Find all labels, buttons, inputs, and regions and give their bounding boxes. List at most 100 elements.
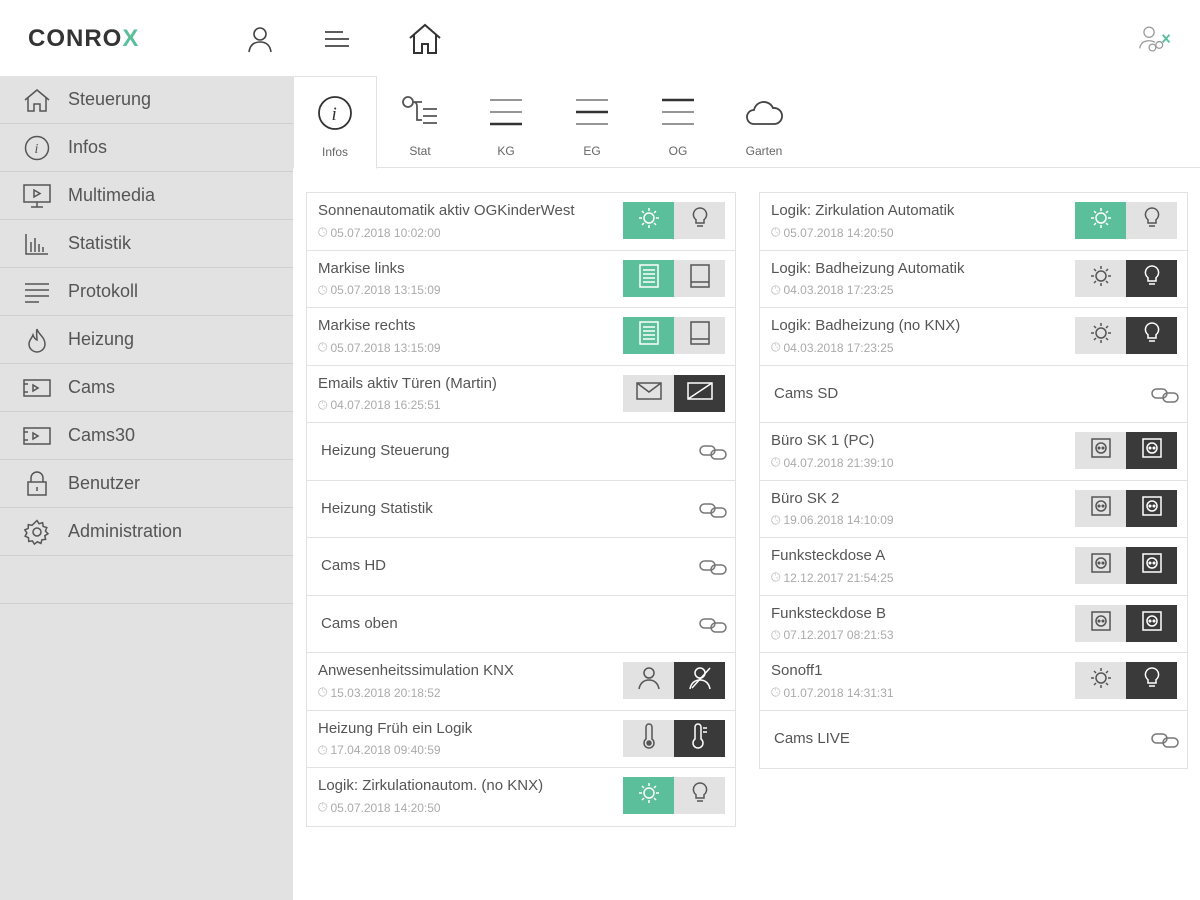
- sidebar-item-infos[interactable]: i Infos: [0, 124, 293, 172]
- tab-og[interactable]: OG: [635, 76, 721, 168]
- sun-icon: [1090, 667, 1112, 694]
- list-item: Logik: Badheizung (no KNX) 🕓︎ 04.03.2018 …: [760, 308, 1187, 366]
- list-item[interactable]: Cams HD: [307, 538, 735, 596]
- list-item: Funksteckdose B 🕓︎ 07.12.2017 08:21:53: [760, 596, 1187, 653]
- awning-open-button[interactable]: [623, 259, 674, 297]
- sidebar-item-protokoll[interactable]: Protokoll: [0, 268, 293, 316]
- awning-closed-button[interactable]: [674, 317, 725, 354]
- sidebar-item-label: Benutzer: [68, 473, 141, 493]
- tab-garten[interactable]: Garten: [721, 76, 807, 168]
- bulb-off-button[interactable]: [1126, 662, 1177, 699]
- sidebar-item-benutzer[interactable]: Benutzer: [0, 460, 293, 508]
- thermometer-icon: [691, 722, 709, 754]
- sidebar-item-cams[interactable]: Cams: [0, 364, 293, 412]
- sidebar-item-label: Heizung: [68, 329, 135, 349]
- item-name: Sonnenautomatik aktiv OGKinderWest: [318, 202, 575, 219]
- item-name: Cams SD: [774, 384, 839, 402]
- socket-on-button[interactable]: [1075, 489, 1126, 527]
- conrox-logo[interactable]: CONROX: [28, 25, 139, 53]
- clock-icon: 🕓︎: [771, 627, 781, 642]
- heating-off-button[interactable]: [674, 719, 725, 757]
- sun-on-button[interactable]: [623, 777, 674, 814]
- sun-on-button[interactable]: [1075, 317, 1126, 354]
- mail-off-button[interactable]: [674, 374, 725, 412]
- item-timestamp: 🕓︎ 05.07.2018 10:02:00: [318, 225, 441, 240]
- socket-icon: [1090, 610, 1112, 637]
- clock-icon: 🕓︎: [318, 742, 328, 757]
- awning-open-button[interactable]: [623, 317, 674, 354]
- tab-kg[interactable]: KG: [463, 76, 549, 168]
- link-icon[interactable]: [1151, 730, 1179, 750]
- socket-on-button[interactable]: [1075, 547, 1126, 584]
- floor-tabs: i Infos Stat KG EG OG Garten: [293, 76, 1200, 169]
- socket-off-button[interactable]: [1126, 604, 1177, 642]
- sidebar-item-statistik[interactable]: Statistik: [0, 220, 293, 268]
- sidebar-item-label: Administration: [68, 521, 183, 541]
- sidebar-item-steuerung[interactable]: Steuerung: [0, 76, 293, 124]
- tab-infos[interactable]: i Infos: [293, 76, 377, 169]
- awning-closed-icon: [689, 321, 711, 350]
- logout-icon[interactable]: [1138, 22, 1172, 56]
- socket-icon: [1141, 610, 1163, 637]
- item-timestamp: 🕓︎ 01.07.2018 14:31:31: [771, 685, 894, 700]
- list-item: Heizung Früh ein Logik 🕓︎ 17.04.2018 09:4…: [307, 711, 735, 768]
- clock-icon: 🕓︎: [318, 282, 328, 297]
- socket-off-button[interactable]: [1126, 489, 1177, 527]
- socket-off-button[interactable]: [1126, 432, 1177, 469]
- socket-icon: [1141, 437, 1163, 464]
- bulb-off-button[interactable]: [674, 777, 725, 814]
- sidebar-item-administration[interactable]: Administration: [0, 508, 293, 556]
- link-icon[interactable]: [699, 442, 727, 462]
- sun-on-button[interactable]: [1075, 662, 1126, 699]
- mail-on-button[interactable]: [623, 374, 674, 412]
- list-item[interactable]: Cams oben: [307, 596, 735, 653]
- item-timestamp: 🕓︎ 05.07.2018 13:15:09: [318, 282, 441, 298]
- menu-icon[interactable]: [320, 22, 354, 56]
- link-icon[interactable]: [1151, 385, 1179, 405]
- presence-off-button[interactable]: [674, 662, 725, 699]
- bulb-icon: [1144, 264, 1160, 292]
- bulb-icon: [692, 207, 708, 234]
- tab-label: EG: [583, 144, 601, 158]
- list-item[interactable]: Cams SD: [760, 366, 1187, 423]
- link-icon[interactable]: [699, 615, 727, 635]
- item-timestamp: 🕓︎ 17.04.2018 09:40:59: [318, 742, 441, 758]
- thermometer-icon: [642, 722, 656, 754]
- tab-stat[interactable]: Stat: [377, 76, 463, 168]
- sidebar-item-cams30[interactable]: Cams30: [0, 412, 293, 460]
- bulb-off-button[interactable]: [1126, 202, 1177, 239]
- bulb-off-button[interactable]: [1126, 259, 1177, 297]
- sun-on-button[interactable]: [1075, 259, 1126, 297]
- list-item[interactable]: Heizung Steuerung: [307, 423, 735, 481]
- socket-on-button[interactable]: [1075, 604, 1126, 642]
- link-icon[interactable]: [699, 500, 727, 520]
- sidebar-spacer: [0, 556, 293, 604]
- sun-on-button[interactable]: [623, 202, 674, 239]
- sidebar-item-multimedia[interactable]: Multimedia: [0, 172, 293, 220]
- list-icon: [22, 277, 52, 307]
- sun-on-button[interactable]: [1075, 202, 1126, 239]
- tab-eg[interactable]: EG: [549, 76, 635, 168]
- socket-off-button[interactable]: [1126, 547, 1177, 584]
- socket-on-button[interactable]: [1075, 432, 1126, 469]
- home-icon[interactable]: [408, 22, 442, 56]
- link-icon[interactable]: [699, 557, 727, 577]
- list-item[interactable]: Cams LIVE: [760, 711, 1187, 769]
- sun-icon: [1090, 265, 1112, 292]
- user-icon[interactable]: [243, 22, 277, 56]
- bulb-off-button[interactable]: [1126, 317, 1177, 354]
- heating-on-button[interactable]: [623, 719, 674, 757]
- list-item: Logik: Zirkulationautom. (no KNX) 🕓︎ 05.0…: [307, 768, 735, 826]
- sidebar-item-label: Multimedia: [68, 185, 156, 205]
- item-name: Heizung Steuerung: [321, 442, 450, 459]
- item-timestamp: 🕓︎ 05.07.2018 14:20:50: [771, 225, 894, 240]
- presence-on-button[interactable]: [623, 662, 674, 699]
- awning-closed-button[interactable]: [674, 259, 725, 297]
- status-list-icon: [400, 92, 440, 132]
- item-name: Cams LIVE: [774, 729, 850, 747]
- tab-label: Garten: [745, 144, 783, 158]
- floor-lines-icon: [658, 92, 698, 132]
- bulb-off-button[interactable]: [674, 202, 725, 239]
- list-item[interactable]: Heizung Statistik: [307, 481, 735, 538]
- sidebar-item-heizung[interactable]: Heizung: [0, 316, 293, 364]
